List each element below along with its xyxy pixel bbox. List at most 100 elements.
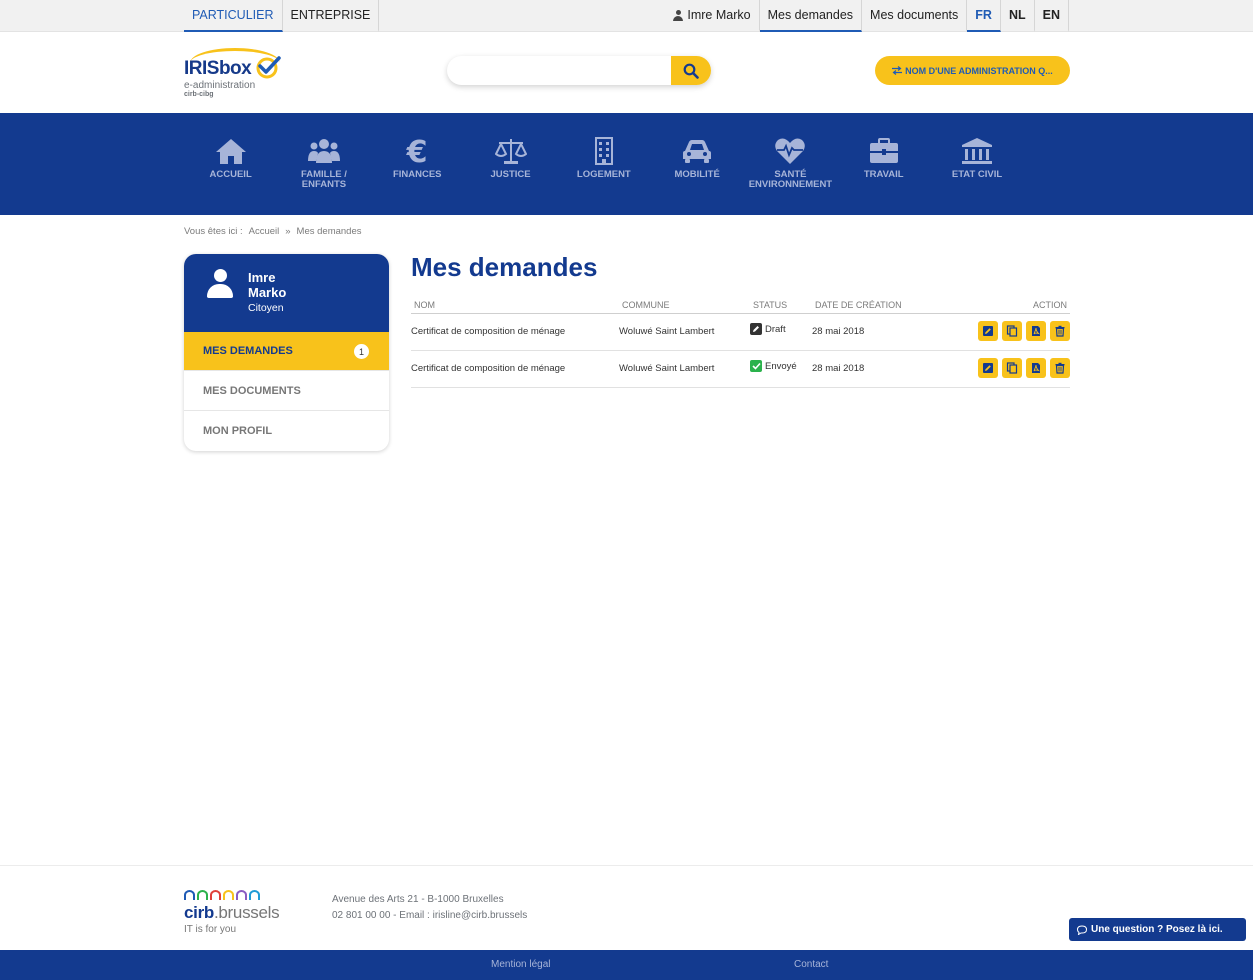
tab-particulier[interactable]: PARTICULIER [184,0,283,32]
pdf-button[interactable] [1026,321,1046,341]
nav-famille[interactable]: FAMILLE / ENFANTS [277,113,370,215]
breadcrumb-home-link[interactable]: Accueil [249,226,280,237]
admin-search-label: NOM D'UNE ADMINISTRATION Q... [905,65,1053,76]
cirb-brand: cirb.brussels [184,903,280,923]
col-status[interactable]: STATUS [753,300,787,310]
cirb-brand-rest: .brussels [213,903,280,922]
nav-etat-civil-label: ETAT CIVIL [951,169,1003,180]
search-input[interactable] [447,56,672,85]
duplicate-button[interactable] [1002,321,1022,341]
nav-justice[interactable]: JUSTICE [464,113,557,215]
row-nom: Certificat de composition de ménage [411,363,566,374]
institution-icon [962,138,993,164]
nav-accueil[interactable]: ACCUEIL [184,113,277,215]
building-icon [594,137,613,165]
logo-title: IRISbox [184,58,252,79]
link-mes-documents-label: Mes documents [870,8,959,22]
pdf-icon [1032,363,1041,373]
row-date: 28 mai 2018 [812,363,865,374]
tab-entreprise-label: ENTREPRISE [290,8,371,22]
lang-nl[interactable]: NL [1001,0,1035,32]
nav-justice-label: JUSTICE [490,169,531,180]
svg-text:€: € [406,137,428,165]
row-actions [978,321,1070,341]
profile-role: Citoyen [248,302,284,314]
admin-search-button[interactable]: NOM D'UNE ADMINISTRATION Q... [875,56,1070,85]
exchange-icon [892,66,903,75]
nav-accueil-label: ACCUEIL [209,169,252,180]
pdf-icon [1032,326,1041,336]
sidebar-item-mes-demandes[interactable]: MES DEMANDES 1 [184,332,389,371]
sidebar-item-label: MES DEMANDES [203,345,293,357]
search-button[interactable] [671,56,711,85]
col-commune[interactable]: COMMUNE [622,300,670,310]
nav-travail[interactable]: TRAVAIL [837,113,930,215]
delete-button[interactable] [1050,321,1070,341]
lang-en[interactable]: EN [1035,0,1069,32]
home-icon [215,139,246,164]
pdf-button[interactable] [1026,358,1046,378]
edit-button[interactable] [978,358,998,378]
logo-subtitle: e-administration [184,80,256,91]
row-commune: Woluwé Saint Lambert [619,363,715,374]
address-line: Avenue des Arts 21 - B-1000 Bruxelles [332,894,504,905]
search-icon [683,63,699,79]
nav-etat-civil[interactable]: ETAT CIVIL [930,113,1023,215]
col-action: ACTION [1032,300,1067,310]
briefcase-icon [869,138,898,163]
duplicate-button[interactable] [1002,358,1022,378]
category-nav: ACCUEIL FAMILLE / ENFANTS € FINANCES JUS… [0,113,1253,215]
sidebar-item-mon-profil[interactable]: MON PROFIL [184,411,389,450]
link-mention-legal[interactable]: Mention légal [491,959,550,970]
nav-logement-label: LOGEMENT [576,169,631,180]
scales-icon [494,139,527,164]
nav-finances-label: FINANCES [392,169,442,180]
link-contact[interactable]: Contact [794,959,828,970]
breadcrumb-prefix: Vous êtes ici : [184,226,243,237]
cirb-people-icon [184,890,260,900]
user-account-link[interactable]: Imre Marko [665,0,760,32]
nav-travail-label: TRAVAIL [863,169,904,180]
family-icon [307,139,340,163]
check-icon [256,56,281,79]
profile-card: Imre Marko Citoyen [184,254,389,332]
chat-question-button[interactable]: Une question ? Posez là ici. [1069,918,1246,941]
nav-famille-label: FAMILLE / ENFANTS [300,169,347,190]
requests-table: NOM COMMUNE STATUS DATE DE CRÉATION ACTI… [411,299,1070,388]
trash-icon [1055,362,1065,374]
breadcrumb-separator: » [285,226,291,237]
link-mes-demandes[interactable]: Mes demandes [759,0,863,32]
irisbox-logo[interactable]: IRISbox e-administration cirb-cibg [184,46,294,101]
car-icon [683,140,712,163]
chat-question-label: Une question ? Posez là ici. [1091,924,1223,935]
delete-button[interactable] [1050,358,1070,378]
trash-icon [1055,325,1065,337]
copy-icon [1006,325,1018,337]
status-badge: Draft [750,323,786,335]
heart-icon [775,138,806,164]
nav-mobilite-label: MOBILITÉ [674,169,720,180]
chat-bubble-icon [1077,924,1087,935]
col-date[interactable]: DATE DE CRÉATION [815,300,902,310]
tab-entreprise[interactable]: ENTREPRISE [283,0,380,32]
top-bar: PARTICULIER ENTREPRISE Imre Marko Mes de… [0,0,1253,32]
nav-logement[interactable]: LOGEMENT [557,113,650,215]
edit-icon [983,326,993,336]
lang-fr[interactable]: FR [967,0,1001,32]
col-nom[interactable]: NOM [414,300,435,310]
lang-nl-label: NL [1008,8,1026,22]
nav-finances[interactable]: € FINANCES [371,113,464,215]
edit-button[interactable] [978,321,998,341]
nav-mobilite[interactable]: MOBILITÉ [650,113,743,215]
nav-sante[interactable]: SANTÉ ENVIRONNEMENT [744,113,837,215]
cirb-logo[interactable]: cirb.brussels IT is for you [184,890,314,935]
account-sidebar: Imre Marko Citoyen MES DEMANDES 1 MES DO… [184,254,389,451]
sidebar-item-mes-documents[interactable]: MES DOCUMENTS [184,372,389,411]
link-mes-demandes-label: Mes demandes [767,8,854,22]
table-header: NOM COMMUNE STATUS DATE DE CRÉATION ACTI… [411,299,1070,314]
user-icon [673,9,684,21]
tab-particulier-label: PARTICULIER [192,8,274,22]
link-mes-documents[interactable]: Mes documents [862,0,968,32]
page-title: Mes demandes [411,252,598,282]
status-text: Draft [765,323,786,335]
